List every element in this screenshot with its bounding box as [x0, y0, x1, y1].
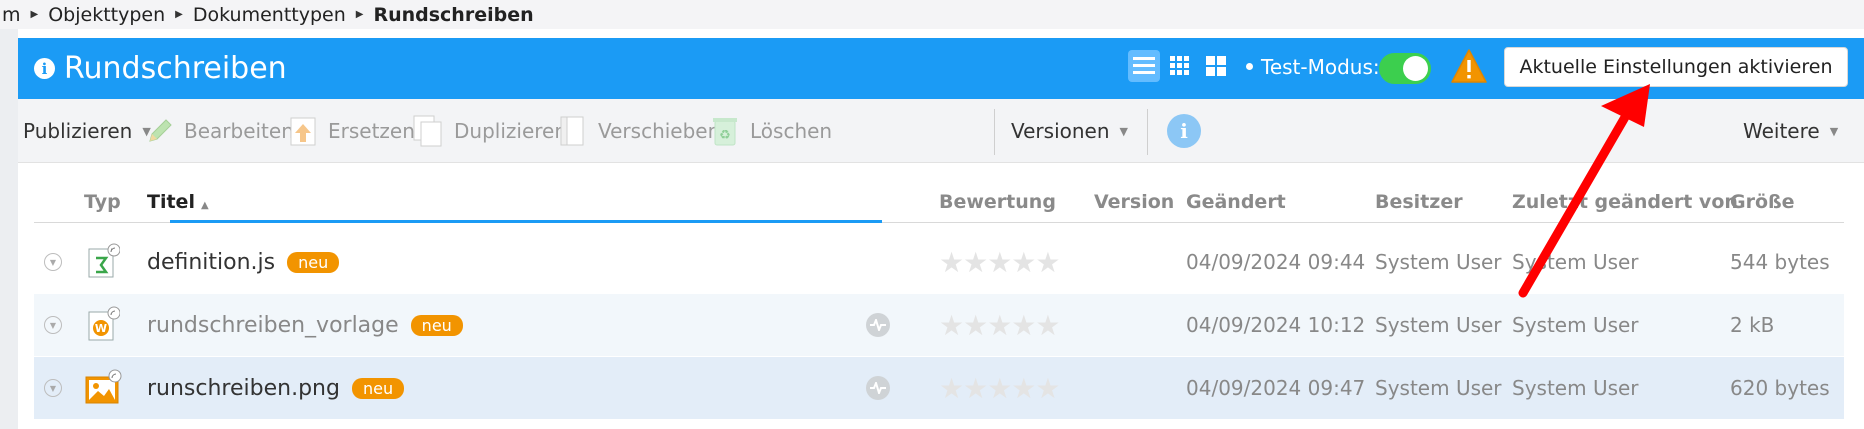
- toolbar-divider: [1147, 109, 1148, 155]
- row-last-changed-by: System User: [1512, 376, 1639, 400]
- table-row[interactable]: ▼ W rundschreiben_vorlage neu ★★★★★ 04/0…: [34, 294, 1844, 356]
- row-size: 544 bytes: [1730, 250, 1830, 274]
- activate-settings-button[interactable]: Aktuelle Einstellungen aktivieren: [1504, 47, 1848, 87]
- test-mode-toggle[interactable]: [1379, 53, 1431, 84]
- breadcrumb-current: Rundschreiben: [373, 3, 534, 26]
- test-mode-label: Test-Modus:: [1261, 55, 1380, 79]
- grid-small-view-button[interactable]: [1164, 50, 1196, 82]
- chevron-right-icon: ▶: [355, 9, 364, 20]
- row-changed: 04/09/2024 09:47: [1186, 376, 1366, 400]
- row-changed: 04/09/2024 09:44: [1186, 250, 1366, 274]
- caret-down-icon: ▼: [1829, 124, 1839, 138]
- row-owner: System User: [1375, 376, 1502, 400]
- page-header: i Rundschreiben Test-Modus: Aktuelle Ein…: [18, 38, 1864, 99]
- image-file-icon: [84, 357, 122, 419]
- versions-label: Versionen: [1011, 119, 1110, 143]
- svg-text:♻: ♻: [719, 128, 731, 143]
- left-panel-edge: [0, 29, 18, 429]
- breadcrumb-item[interactable]: m: [0, 4, 23, 26]
- duplicate-icon: [412, 114, 444, 148]
- table-row[interactable]: ▼ runschreiben.png neu ★★★★★ 04/09/2024 …: [34, 357, 1844, 419]
- column-last-changed-by[interactable]: Zuletzt geändert von: [1512, 191, 1738, 213]
- row-size: 2 kB: [1730, 313, 1775, 337]
- grid-large-icon: [1206, 56, 1226, 76]
- recycle-icon: ♻: [710, 115, 740, 147]
- edit-label: Bearbeiten: [184, 119, 294, 143]
- page-title: Rundschreiben: [64, 51, 287, 86]
- more-views-dot-icon[interactable]: [1246, 62, 1253, 70]
- breadcrumb-item[interactable]: Objekttypen: [46, 4, 167, 26]
- list-view-icon: [1133, 57, 1155, 74]
- move-label: Verschieben: [598, 119, 721, 143]
- row-owner: System User: [1375, 313, 1502, 337]
- edit-button[interactable]: Bearbeiten: [146, 99, 294, 163]
- sort-asc-icon: ▲: [200, 200, 209, 211]
- pencil-icon: [146, 117, 174, 145]
- new-badge: neu: [410, 314, 463, 336]
- more-label: Weitere: [1743, 119, 1820, 143]
- new-badge: neu: [287, 251, 340, 273]
- replace-button[interactable]: Ersetzen: [288, 99, 415, 163]
- column-rating[interactable]: Bewertung: [939, 191, 1056, 213]
- breadcrumb-item[interactable]: Dokumenttypen: [191, 4, 348, 26]
- rating-stars[interactable]: ★★★★★: [939, 372, 1061, 405]
- publish-menu[interactable]: Publizieren ▼: [23, 99, 151, 163]
- info-icon[interactable]: i: [34, 58, 55, 79]
- rating-stars[interactable]: ★★★★★: [939, 309, 1061, 342]
- new-badge: neu: [351, 377, 405, 399]
- pulse-icon[interactable]: [866, 313, 890, 337]
- toolbar-divider: [994, 109, 995, 155]
- caret-down-icon: ▼: [1119, 124, 1128, 138]
- grid-large-view-button[interactable]: [1200, 50, 1232, 82]
- row-owner: System User: [1375, 250, 1502, 274]
- info-icon: i: [1167, 114, 1201, 148]
- row-last-changed-by: System User: [1512, 313, 1639, 337]
- move-file-icon: [558, 114, 588, 148]
- row-title[interactable]: runschreiben.png: [147, 376, 340, 401]
- toolbar: Publizieren ▼ Bearbeiten Ersetzen Dupliz…: [18, 99, 1864, 163]
- grid-small-icon: [1170, 56, 1189, 75]
- column-owner[interactable]: Besitzer: [1375, 191, 1463, 213]
- pulse-icon[interactable]: [866, 376, 890, 400]
- row-title[interactable]: definition.js: [147, 250, 275, 275]
- publish-label: Publizieren: [23, 119, 133, 143]
- column-changed[interactable]: Geändert: [1186, 191, 1286, 213]
- duplicate-label: Duplizieren: [454, 119, 568, 143]
- view-switcher: [1128, 50, 1253, 82]
- column-type[interactable]: Typ: [84, 191, 121, 213]
- chevron-right-icon: ▶: [30, 9, 39, 20]
- sort-indicator-underline: [170, 220, 882, 223]
- info-button[interactable]: i: [1167, 99, 1201, 163]
- warning-icon[interactable]: [1451, 49, 1487, 87]
- expand-row-icon[interactable]: ▼: [44, 379, 62, 397]
- list-view-button[interactable]: [1128, 50, 1160, 82]
- move-button[interactable]: Verschieben: [558, 99, 720, 163]
- delete-button[interactable]: ♻ Löschen: [710, 99, 832, 163]
- row-size: 620 bytes: [1730, 376, 1830, 400]
- expand-row-icon[interactable]: ▼: [44, 316, 62, 334]
- table-header: Typ Titel ▲ Bewertung Version Geändert Be…: [34, 183, 1844, 223]
- breadcrumb: m ▶ Objekttypen ▶ Dokumenttypen ▶ Rundsc…: [0, 0, 1864, 29]
- column-size[interactable]: Größe: [1730, 191, 1795, 213]
- row-changed: 04/09/2024 10:12: [1186, 313, 1366, 337]
- expand-row-icon[interactable]: ▼: [44, 253, 62, 271]
- more-menu[interactable]: Weitere ▼: [1743, 99, 1838, 163]
- column-title[interactable]: Titel ▲: [147, 191, 209, 213]
- versions-menu[interactable]: Versionen ▼: [1011, 99, 1128, 163]
- column-title-label: Titel: [147, 191, 195, 213]
- table-row[interactable]: ▼ definition.js neu ★★★★★ 04/09/2024 09:…: [34, 231, 1844, 293]
- chevron-right-icon: ▶: [175, 9, 183, 20]
- duplicate-button[interactable]: Duplizieren: [412, 99, 567, 163]
- upload-file-icon: [288, 115, 318, 147]
- rating-stars[interactable]: ★★★★★: [939, 246, 1061, 279]
- row-last-changed-by: System User: [1512, 250, 1639, 274]
- word-file-icon: W: [86, 294, 120, 356]
- svg-text:W: W: [95, 322, 107, 335]
- script-file-icon: [86, 231, 120, 293]
- row-title[interactable]: rundschreiben_vorlage: [147, 313, 399, 338]
- delete-label: Löschen: [750, 119, 833, 143]
- replace-label: Ersetzen: [328, 119, 415, 143]
- column-version[interactable]: Version: [1094, 191, 1174, 213]
